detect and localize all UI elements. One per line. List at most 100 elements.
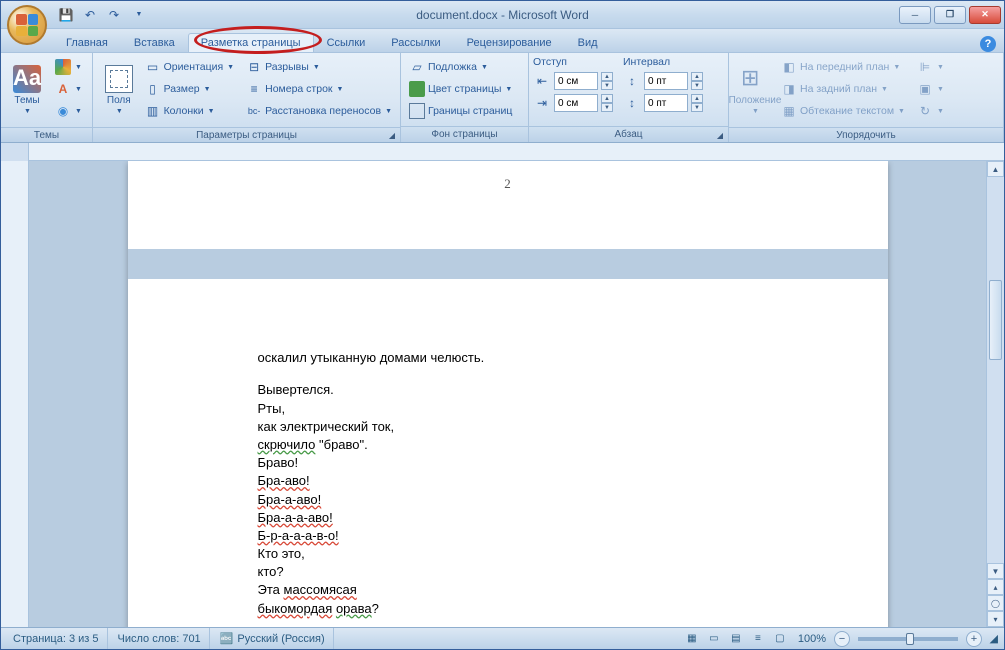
browse-controls: ▴ ◯ ▾: [987, 579, 1004, 627]
spacing-before-icon: ↕: [623, 73, 641, 89]
resize-grip[interactable]: ◢: [984, 630, 1000, 647]
view-web-layout[interactable]: ▤: [726, 631, 746, 647]
watermark-button[interactable]: ▱Подложка▼: [405, 56, 516, 78]
view-print-layout[interactable]: ▦: [682, 631, 702, 647]
zoom-slider[interactable]: [858, 637, 958, 641]
tab-references[interactable]: Ссылки: [314, 33, 379, 52]
orientation-button[interactable]: ▭Ориентация▼: [141, 56, 239, 78]
vertical-ruler[interactable]: [1, 161, 29, 627]
status-page[interactable]: Страница: 3 из 5: [5, 628, 108, 649]
titlebar[interactable]: 💾 ↶ ↷ ▼ document.docx - Microsoft Word ─…: [1, 1, 1004, 29]
browse-object-button[interactable]: ◯: [987, 595, 1004, 611]
orientation-icon: ▭: [145, 59, 161, 75]
next-page-button[interactable]: ▾: [987, 611, 1004, 627]
indent-left-icon: ⇤: [533, 73, 551, 89]
view-draft[interactable]: ▢: [770, 631, 790, 647]
indent-label: Отступ: [533, 56, 613, 68]
ribbon: Aa Темы ▼ ▼ A▼ ◉▼ Темы Поля ▼: [1, 53, 1004, 143]
spin-up[interactable]: ▲: [691, 72, 703, 81]
rotate-icon: ↻: [917, 103, 933, 119]
tab-mailings[interactable]: Рассылки: [378, 33, 453, 52]
tab-view[interactable]: Вид: [565, 33, 611, 52]
position-button: ⊞ Положение ▼: [733, 56, 777, 124]
office-button[interactable]: [7, 5, 47, 45]
spin-up[interactable]: ▲: [601, 72, 613, 81]
columns-button[interactable]: ▥Колонки▼: [141, 100, 239, 122]
group-button: ▣▼: [913, 78, 948, 100]
tab-home[interactable]: Главная: [53, 33, 121, 52]
view-full-screen[interactable]: ▭: [704, 631, 724, 647]
tab-review[interactable]: Рецензирование: [454, 33, 565, 52]
scroll-up-button[interactable]: ▲: [987, 161, 1004, 177]
horizontal-ruler[interactable]: [1, 143, 1004, 161]
window: 💾 ↶ ↷ ▼ document.docx - Microsoft Word ─…: [0, 0, 1005, 650]
close-button[interactable]: ✕: [969, 6, 1001, 24]
spin-down[interactable]: ▼: [601, 103, 613, 112]
qat-customize-icon[interactable]: ▼: [130, 6, 148, 24]
tab-page-layout[interactable]: Разметка страницы: [188, 33, 314, 52]
breaks-button[interactable]: ⊟Разрывы▼: [242, 56, 396, 78]
dialog-launcher-page-setup[interactable]: ◢: [386, 129, 398, 141]
theme-colors-button[interactable]: ▼: [51, 56, 86, 78]
themes-button[interactable]: Aa Темы ▼: [5, 56, 49, 124]
theme-effects-button[interactable]: ◉▼: [51, 100, 86, 122]
zoom-thumb[interactable]: [906, 633, 914, 645]
effects-icon: ◉: [55, 103, 71, 119]
scroll-track[interactable]: [987, 362, 1004, 563]
save-icon[interactable]: 💾: [57, 6, 75, 24]
redo-icon[interactable]: ↷: [105, 6, 123, 24]
scroll-track[interactable]: [987, 177, 1004, 278]
spin-down[interactable]: ▼: [691, 81, 703, 90]
zoom-out-button[interactable]: −: [834, 631, 850, 647]
view-outline[interactable]: ≡: [748, 631, 768, 647]
indent-left-input[interactable]: [554, 72, 598, 90]
status-words[interactable]: Число слов: 701: [110, 628, 210, 649]
page-borders-button[interactable]: Границы страниц: [405, 100, 516, 122]
zoom-percent[interactable]: 100%: [792, 633, 832, 645]
doc-line: скрючило "браво".: [258, 436, 758, 454]
group-page-setup: Поля ▼ ▭Ориентация▼ ▯Размер▼ ▥Колонки▼ ⊟…: [93, 53, 401, 142]
vertical-scrollbar[interactable]: ▲ ▼ ▴ ◯ ▾: [986, 161, 1004, 627]
spin-up[interactable]: ▲: [691, 94, 703, 103]
doc-line: Бра-а-аво!: [258, 491, 758, 509]
margins-icon: [105, 65, 133, 93]
line-numbers-icon: ≡: [246, 81, 262, 97]
minimize-button[interactable]: ─: [899, 6, 931, 24]
spacing-before-input[interactable]: [644, 72, 688, 90]
zoom-in-button[interactable]: +: [966, 631, 982, 647]
group-label-page-setup: Параметры страницы◢: [93, 127, 400, 142]
maximize-button[interactable]: ❐: [934, 6, 966, 24]
doc-line: Кто это,: [258, 545, 758, 563]
size-button[interactable]: ▯Размер▼: [141, 78, 239, 100]
page-number: 2: [258, 175, 758, 193]
scroll-down-button[interactable]: ▼: [987, 563, 1004, 579]
document-scroll[interactable]: 2 оскалил утыканную домами челюсть. Выве…: [29, 161, 986, 627]
colors-icon: [55, 59, 71, 75]
page-prev[interactable]: 2 оскалил утыканную домами челюсть. Выве…: [128, 161, 888, 627]
margins-button[interactable]: Поля ▼: [97, 56, 141, 124]
doc-line: быкомордая орава?: [258, 600, 758, 618]
send-back-button: ◨На задний план▼: [777, 78, 909, 100]
themes-icon: Aa: [13, 65, 41, 93]
doc-line: как электрический ток,: [258, 418, 758, 436]
page-color-button[interactable]: Цвет страницы▼: [405, 78, 516, 100]
line-numbers-button[interactable]: ≡Номера строк▼: [242, 78, 396, 100]
undo-icon[interactable]: ↶: [81, 6, 99, 24]
scroll-thumb[interactable]: [989, 280, 1002, 360]
spell-icon: 🔤: [220, 632, 234, 645]
group-arrange: ⊞ Положение ▼ ◧На передний план▼ ◨На зад…: [729, 53, 1004, 142]
spin-down[interactable]: ▼: [601, 81, 613, 90]
page-borders-icon: [409, 103, 425, 119]
theme-fonts-button[interactable]: A▼: [51, 78, 86, 100]
dialog-launcher-paragraph[interactable]: ◢: [714, 129, 726, 141]
prev-page-button[interactable]: ▴: [987, 579, 1004, 595]
spin-down[interactable]: ▼: [691, 103, 703, 112]
spacing-after-input[interactable]: [644, 94, 688, 112]
tab-insert[interactable]: Вставка: [121, 33, 188, 52]
hyphenation-button[interactable]: bc-Расстановка переносов▼: [242, 100, 396, 122]
spin-up[interactable]: ▲: [601, 94, 613, 103]
help-button[interactable]: ?: [980, 36, 996, 52]
indent-right-input[interactable]: [554, 94, 598, 112]
status-language[interactable]: 🔤Русский (Россия): [212, 628, 334, 649]
group-themes: Aa Темы ▼ ▼ A▼ ◉▼ Темы: [1, 53, 93, 142]
